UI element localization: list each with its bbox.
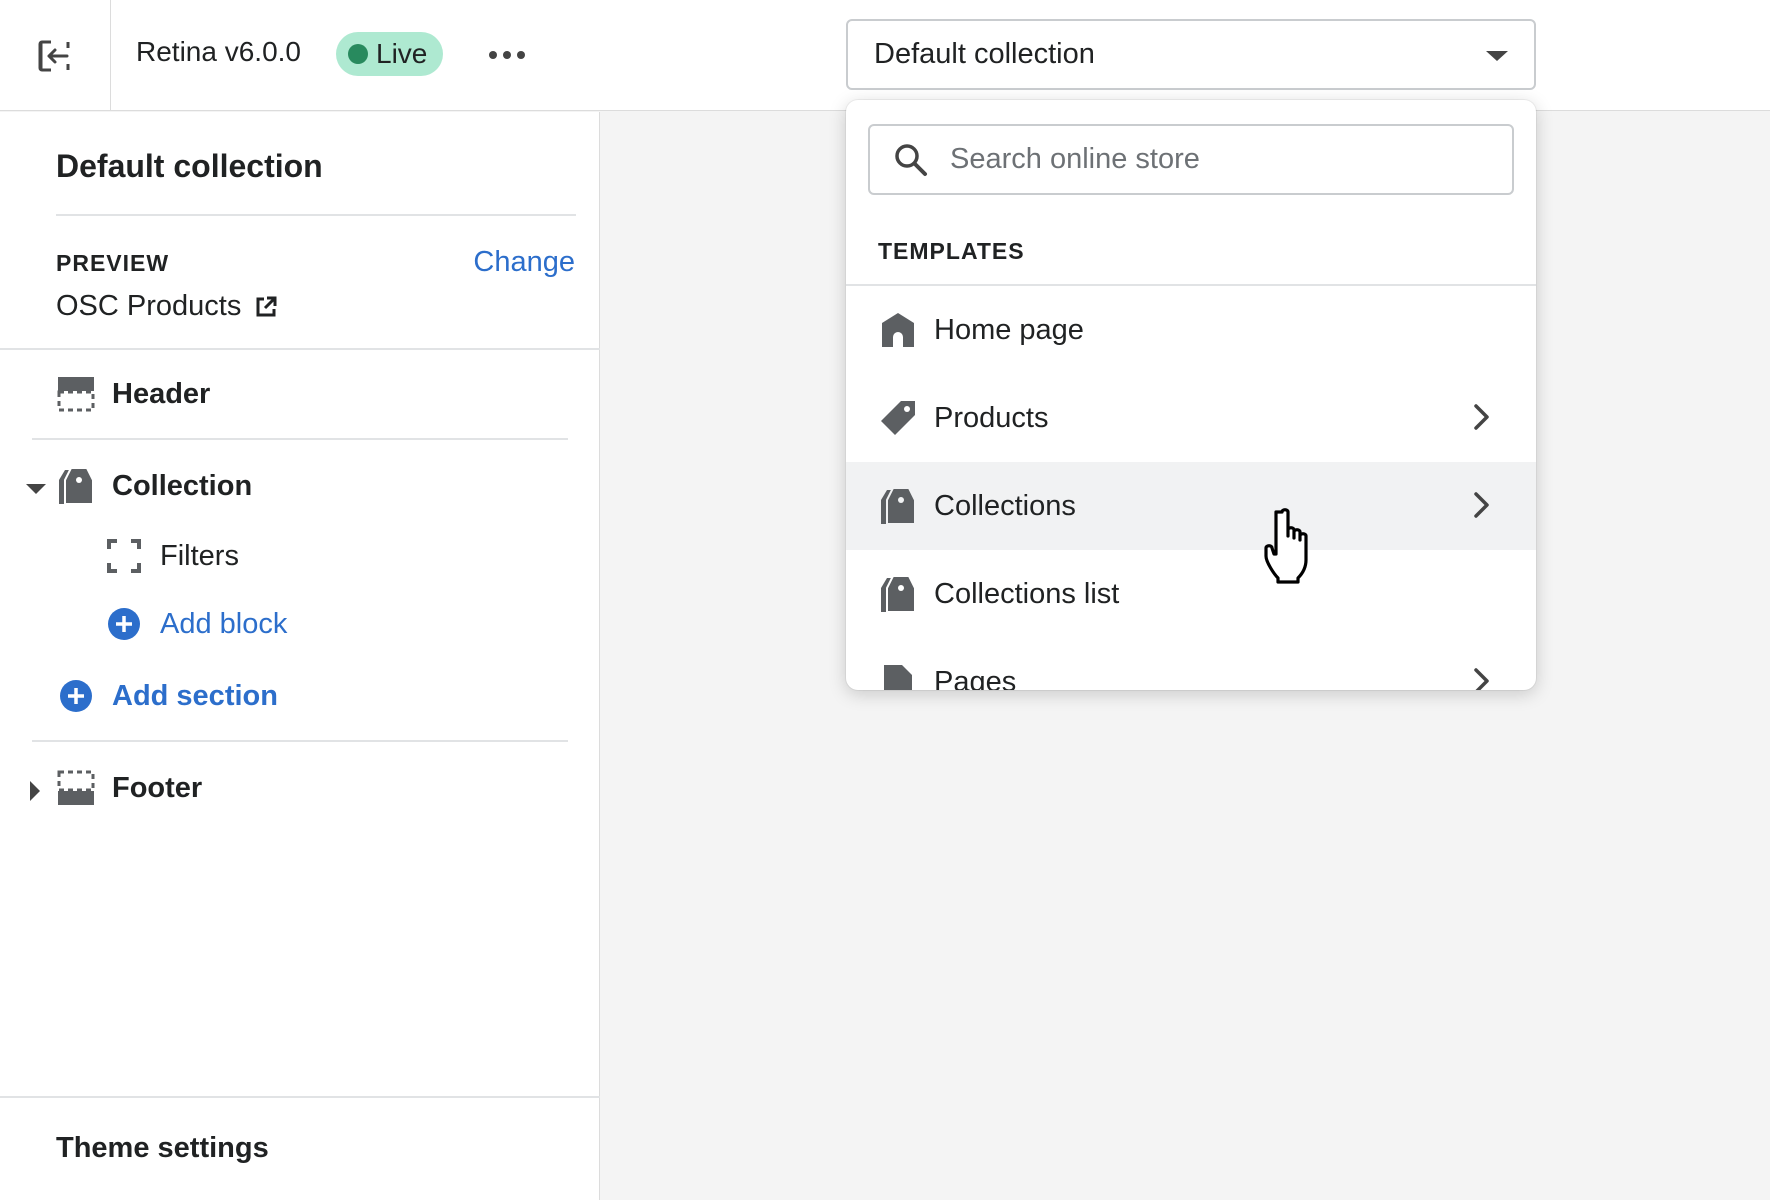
exit-button[interactable] bbox=[0, 0, 111, 111]
external-link-icon bbox=[256, 296, 277, 316]
more-dot bbox=[517, 51, 525, 59]
chevron-right-icon bbox=[1474, 668, 1489, 690]
section-collection-label: Collection bbox=[112, 469, 253, 502]
collections-icon bbox=[56, 466, 96, 506]
more-dot bbox=[503, 51, 511, 59]
theme-settings-button[interactable]: Theme settings bbox=[56, 1132, 269, 1165]
sidebar: Default collection PREVIEW Change OSC Pr… bbox=[0, 112, 600, 1200]
section-footer[interactable]: Footer bbox=[56, 768, 202, 808]
block-filters[interactable]: Filters bbox=[104, 536, 239, 576]
template-item-collections[interactable]: Collections bbox=[846, 462, 1536, 550]
template-item-home-page[interactable]: Home page bbox=[846, 286, 1536, 374]
add-block-label: Add block bbox=[160, 607, 288, 640]
divider bbox=[56, 214, 576, 216]
template-item-products[interactable]: Products bbox=[846, 374, 1536, 462]
template-item-pages[interactable]: Pages bbox=[846, 638, 1536, 690]
search-field[interactable] bbox=[868, 124, 1514, 195]
section-header-label: Header bbox=[112, 377, 211, 410]
block-icon bbox=[104, 536, 144, 576]
more-actions-button[interactable] bbox=[482, 30, 532, 80]
preview-label: PREVIEW bbox=[56, 250, 170, 276]
divider bbox=[0, 348, 600, 350]
divider bbox=[32, 438, 568, 440]
caret-down-icon bbox=[1486, 51, 1508, 61]
header-layout-icon bbox=[56, 374, 96, 414]
theme-name: Retina v6.0.0 bbox=[136, 36, 301, 67]
hand-pointer-cursor-icon bbox=[1264, 508, 1308, 584]
template-dropdown: TEMPLATES Home page Products bbox=[846, 100, 1536, 690]
section-footer-label: Footer bbox=[112, 771, 203, 804]
exit-icon bbox=[38, 39, 71, 72]
page-icon bbox=[878, 662, 918, 690]
block-filters-label: Filters bbox=[160, 539, 239, 572]
home-icon bbox=[878, 310, 918, 350]
chevron-right-icon bbox=[1474, 404, 1489, 430]
status-badge-label: Live bbox=[376, 38, 428, 69]
template-item-label: Home page bbox=[934, 313, 1084, 346]
divider bbox=[32, 740, 568, 742]
top-bar: Retina v6.0.0 Live Default collection bbox=[0, 0, 1770, 111]
add-section-label: Add section bbox=[112, 679, 278, 712]
section-collection[interactable]: Collection bbox=[56, 466, 252, 506]
tag-icon bbox=[878, 398, 918, 438]
expand-caret-icon[interactable] bbox=[30, 781, 40, 801]
template-item-collections-list[interactable]: Collections list bbox=[846, 550, 1536, 638]
status-badge: Live bbox=[336, 32, 444, 76]
more-horizontal-icon bbox=[489, 51, 497, 59]
collections-icon bbox=[878, 574, 918, 614]
preview-value-label: OSC Products bbox=[56, 290, 242, 322]
template-item-label: Products bbox=[934, 401, 1049, 434]
template-selector-label: Default collection bbox=[874, 38, 1095, 70]
divider bbox=[0, 1096, 600, 1098]
collections-icon bbox=[878, 486, 918, 526]
chevron-right-icon bbox=[1474, 492, 1489, 518]
template-item-label: Collections list bbox=[934, 577, 1120, 610]
section-header[interactable]: Header bbox=[56, 374, 210, 414]
preview-value[interactable]: OSC Products bbox=[56, 290, 277, 323]
template-item-label: Pages bbox=[934, 665, 1017, 691]
add-block-button[interactable]: Add block bbox=[104, 604, 287, 644]
collapse-caret-icon[interactable] bbox=[26, 484, 46, 494]
template-item-label: Collections bbox=[934, 489, 1076, 522]
add-section-button[interactable]: Add section bbox=[56, 676, 278, 716]
footer-layout-icon bbox=[56, 768, 96, 808]
templates-heading: TEMPLATES bbox=[878, 238, 1025, 264]
template-selector[interactable]: Default collection bbox=[846, 19, 1536, 90]
search-icon bbox=[895, 143, 927, 176]
live-dot-icon bbox=[348, 44, 368, 64]
plus-circle-icon bbox=[56, 676, 96, 716]
change-preview-link[interactable]: Change bbox=[473, 246, 575, 279]
search-input[interactable] bbox=[950, 143, 1470, 176]
sidebar-title: Default collection bbox=[56, 148, 323, 184]
plus-circle-icon bbox=[104, 604, 144, 644]
